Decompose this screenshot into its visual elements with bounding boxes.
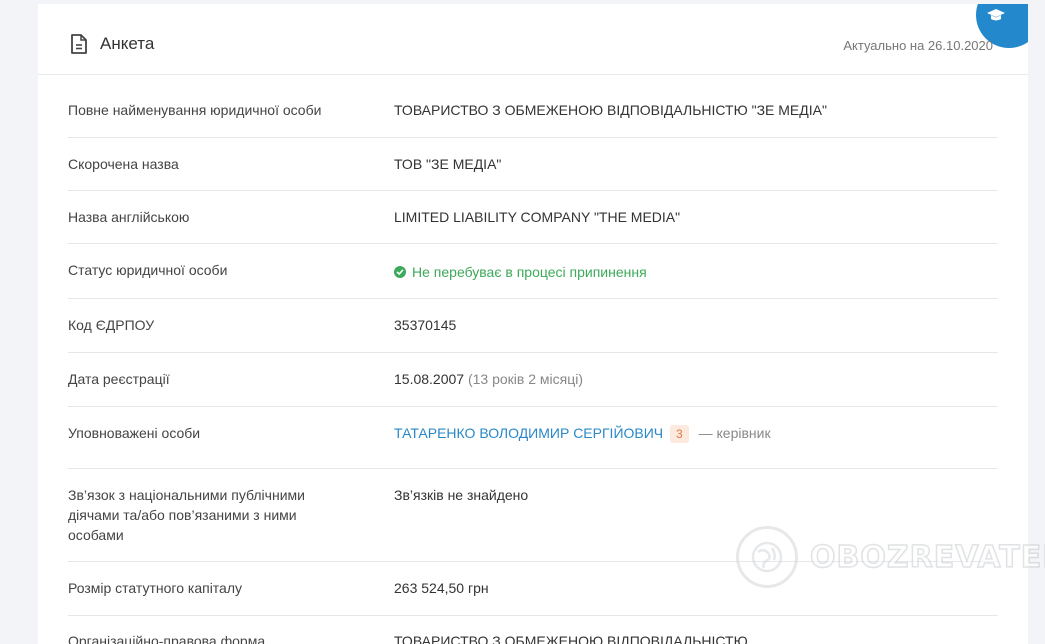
row-value: LIMITED LIABILITY COMPANY "THE MEDIA" (394, 209, 681, 225)
globe-icon (736, 526, 798, 588)
card-header: Анкета Актуально на 26.10.2020 (38, 4, 1028, 75)
table-row: Повне найменування юридичної особи ТОВАР… (68, 74, 998, 138)
authorized-person: ТАТАРЕНКО ВОЛОДИМИР СЕРГІЙОВИЧ 3 — керів… (394, 423, 771, 443)
actual-date: Актуально на 26.10.2020 (843, 38, 993, 53)
table-row: Дата реєстрації 15.08.2007 (13 років 2 м… (68, 353, 998, 407)
row-value: Зв’язків не знайдено (394, 487, 529, 503)
row-value: ТОВАРИСТВО З ОБМЕЖЕНОЮ ВІДПОВІДАЛЬНІСТЮ (394, 633, 748, 644)
row-label: Назва англійською (68, 209, 190, 225)
page-title: Анкета (100, 34, 155, 53)
row-label: Зв’язок з національними публічними діяча… (68, 487, 305, 543)
row-label: Розмір статутного капіталу (68, 580, 243, 596)
registration-value: 15.08.2007 (13 років 2 місяці) (394, 369, 583, 389)
person-link[interactable]: ТАТАРЕНКО ВОЛОДИМИР СЕРГІЙОВИЧ (394, 425, 663, 441)
row-value: 35370145 (394, 317, 457, 333)
table-row: Скорочена назва ТОВ "ЗЕ МЕДІА" (68, 138, 998, 191)
table-row: Організаційно-правова форма ТОВАРИСТВО З… (68, 616, 998, 644)
registration-date: 15.08.2007 (394, 371, 465, 387)
table-row: Статус юридичної особи Не перебуває в пр… (68, 244, 998, 299)
row-label: Організаційно-правова форма (68, 633, 266, 644)
row-label: Скорочена назва (68, 156, 179, 172)
row-value: 263 524,50 грн (394, 580, 489, 596)
watermark: OBOZREVATEL (736, 526, 1045, 588)
row-value: ТОВАРИСТВО З ОБМЕЖЕНОЮ ВІДПОВІДАЛЬНІСТЮ … (394, 102, 827, 118)
registration-age: (13 років 2 місяці) (467, 371, 584, 387)
row-label: Статус юридичної особи (68, 262, 228, 278)
row-label: Дата реєстрації (68, 371, 170, 387)
status-text: Не перебуває в процесі припинення (412, 264, 647, 280)
status-value: Не перебуває в процесі припинення (394, 262, 647, 282)
check-circle-icon (394, 266, 406, 278)
row-value: ТОВ "ЗЕ МЕДІА" (394, 156, 502, 172)
row-label: Уповноважені особи (68, 425, 201, 441)
watermark-text: OBOZREVATEL (809, 539, 1045, 576)
row-label: Повне найменування юридичної особи (68, 102, 322, 118)
table-row: Назва англійською LIMITED LIABILITY COMP… (68, 191, 998, 244)
person-role: — керівник (698, 425, 771, 441)
table-row: Уповноважені особи ТАТАРЕНКО ВОЛОДИМИР С… (68, 407, 998, 469)
table-row: Код ЄДРПОУ 35370145 (68, 299, 998, 353)
person-count-badge[interactable]: 3 (670, 425, 689, 443)
document-icon (71, 34, 87, 54)
row-label: Код ЄДРПОУ (68, 317, 155, 333)
